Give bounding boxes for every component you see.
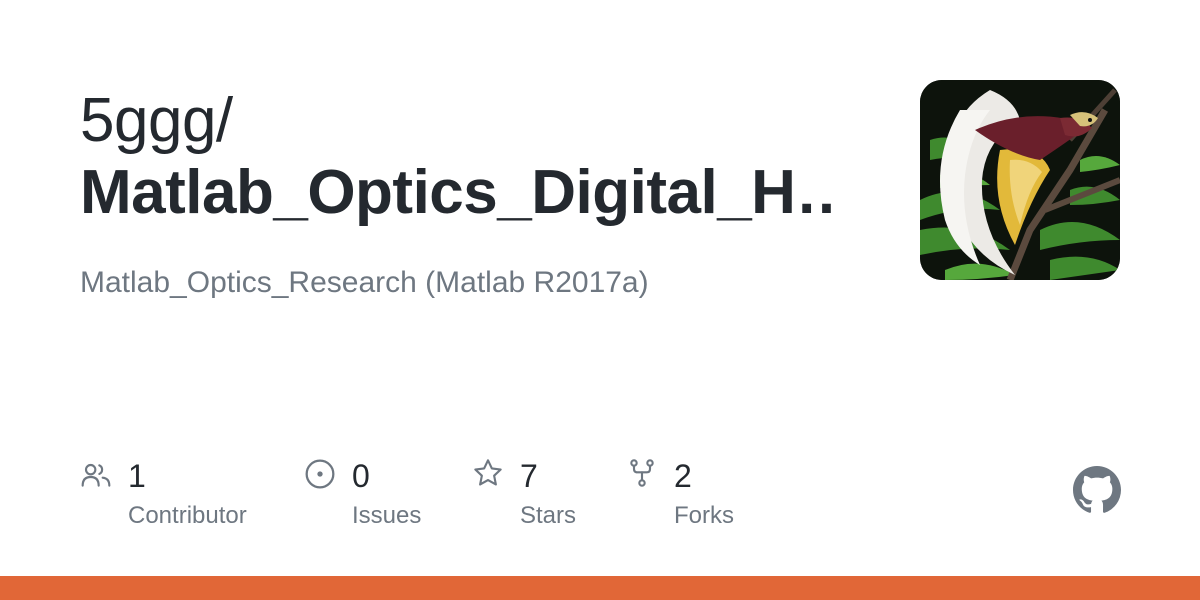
- fork-icon: [630, 459, 654, 487]
- forks-label: Forks: [674, 502, 734, 529]
- stars-count[interactable]: 7: [520, 456, 538, 496]
- repo-name[interactable]: Matlab_Optics_Digital_H…: [80, 156, 840, 230]
- github-icon[interactable]: [1073, 466, 1121, 514]
- contributors-label: Contributor: [128, 502, 247, 529]
- avatar-image: [920, 80, 1120, 280]
- issues-count[interactable]: 0: [352, 456, 370, 496]
- language-bar: [0, 576, 1200, 600]
- contributors-count[interactable]: 1: [128, 456, 146, 496]
- star-icon: [474, 459, 502, 486]
- repo-owner[interactable]: 5ggg/: [80, 84, 233, 158]
- repo-description: Matlab_Optics_Research (Matlab R2017a): [80, 266, 649, 299]
- issue-icon: [305, 459, 335, 489]
- people-icon: [81, 463, 111, 487]
- stars-label: Stars: [520, 502, 577, 529]
- issues-label: Issues: [352, 502, 422, 529]
- avatar: [920, 80, 1120, 280]
- forks-count[interactable]: 2: [674, 456, 692, 496]
